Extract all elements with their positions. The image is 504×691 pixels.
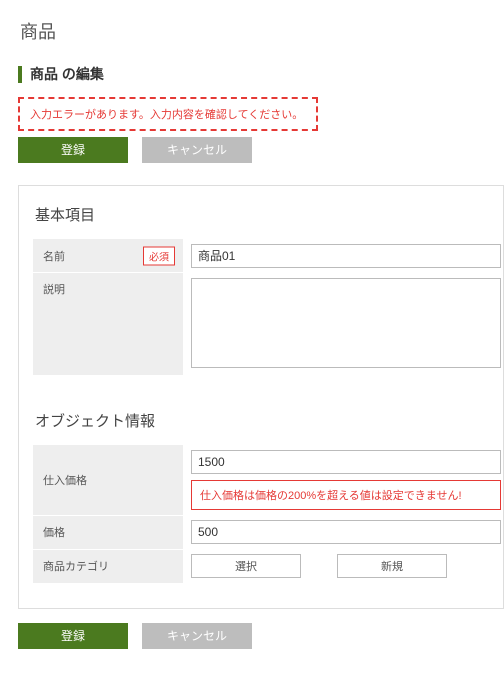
label-purchase-price-text: 仕入価格 xyxy=(43,475,87,487)
edit-subtitle: 商品 の編集 xyxy=(18,66,504,83)
form-panel: 基本項目 名前 必須 説明 オブジェクト情報 仕入価格 xyxy=(18,185,504,609)
category-select-button[interactable]: 選択 xyxy=(191,554,301,578)
cancel-button-bottom[interactable]: キャンセル xyxy=(142,623,252,649)
label-description: 説明 xyxy=(33,273,183,376)
label-purchase-price: 仕入価格 xyxy=(33,445,183,515)
cancel-button-top[interactable]: キャンセル xyxy=(142,137,252,163)
label-category: 商品カテゴリ xyxy=(33,549,183,583)
section-basic-title: 基本項目 xyxy=(33,204,503,225)
register-button-top[interactable]: 登録 xyxy=(18,137,128,163)
object-form-table: 仕入価格 仕入価格は価格の200%を超える値は設定できません! 価格 商品カテゴ… xyxy=(33,445,503,584)
bottom-button-row: 登録 キャンセル xyxy=(18,623,504,649)
label-name: 名前 必須 xyxy=(33,239,183,273)
required-badge: 必須 xyxy=(143,246,175,265)
description-textarea[interactable] xyxy=(191,278,501,368)
category-new-button[interactable]: 新規 xyxy=(337,554,447,578)
basic-form-table: 名前 必須 説明 xyxy=(33,239,503,377)
register-button-bottom[interactable]: 登録 xyxy=(18,623,128,649)
error-banner: 入力エラーがあります。入力内容を確認してください。 xyxy=(18,97,318,131)
name-input[interactable] xyxy=(191,244,501,268)
purchase-price-input[interactable] xyxy=(191,450,501,474)
price-input[interactable] xyxy=(191,520,501,544)
label-category-text: 商品カテゴリ xyxy=(43,561,109,573)
page-title: 商品 xyxy=(18,18,504,44)
label-price: 価格 xyxy=(33,515,183,549)
section-object-title: オブジェクト情報 xyxy=(33,410,503,431)
label-name-text: 名前 xyxy=(43,251,65,263)
label-price-text: 価格 xyxy=(43,527,65,539)
purchase-price-error: 仕入価格は価格の200%を超える値は設定できません! xyxy=(191,480,501,510)
label-description-text: 説明 xyxy=(43,284,65,296)
top-button-row: 登録 キャンセル xyxy=(18,137,504,163)
